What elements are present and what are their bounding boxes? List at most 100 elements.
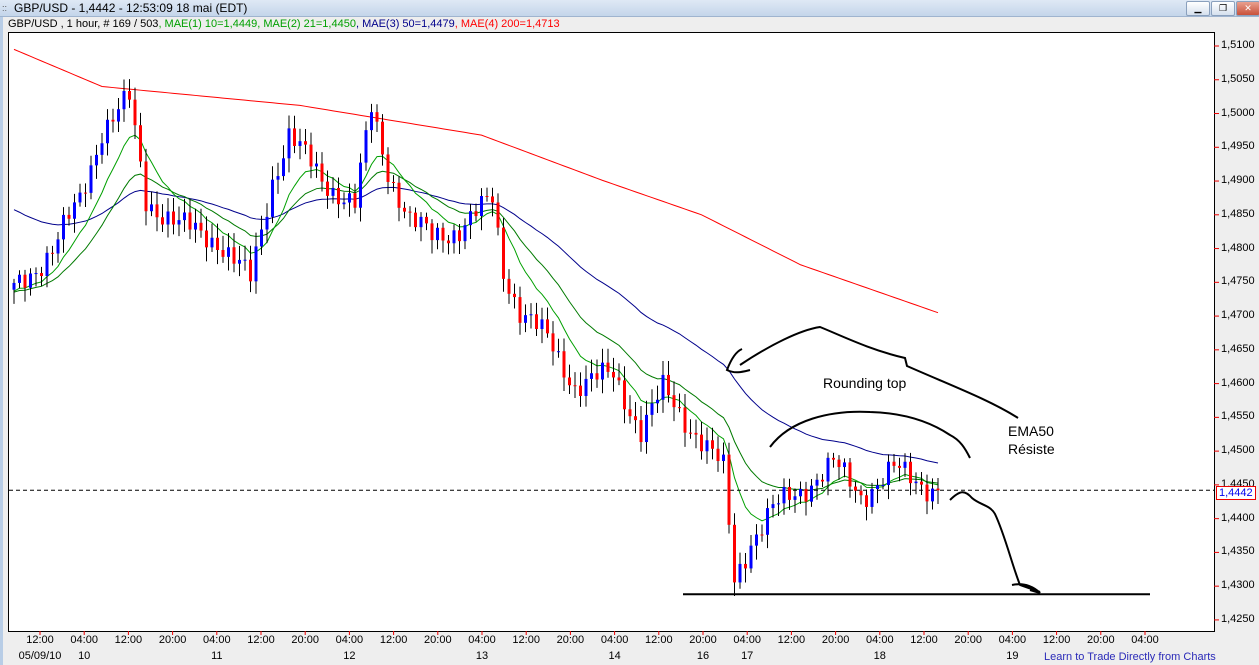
- candle-body: [320, 163, 324, 182]
- candle-body: [425, 216, 428, 224]
- candle-body: [837, 459, 841, 468]
- candle-body: [40, 273, 43, 277]
- candle-body: [766, 508, 769, 535]
- candle-body: [557, 351, 560, 353]
- candle-body: [848, 462, 852, 487]
- candle-body: [859, 490, 863, 496]
- candle-body: [760, 534, 764, 536]
- candle-body: [243, 259, 247, 261]
- candle-body: [155, 204, 159, 218]
- candle-body: [474, 211, 478, 217]
- candle-body: [936, 488, 940, 491]
- candle-body: [282, 158, 285, 177]
- candle-body: [144, 161, 148, 212]
- candle-body: [601, 362, 604, 380]
- candle-body: [590, 373, 593, 379]
- candle-body: [485, 196, 489, 198]
- candle-body: [672, 395, 676, 408]
- candle-body: [441, 227, 445, 241]
- candle-body: [51, 252, 54, 254]
- candle-body: [843, 462, 846, 468]
- candle-body: [452, 230, 456, 244]
- candle-body: [925, 484, 929, 502]
- candle-body: [595, 373, 599, 380]
- candle-body: [524, 315, 527, 323]
- candle-body: [700, 434, 703, 452]
- candle-body: [727, 454, 731, 525]
- candle-body: [260, 229, 263, 247]
- candle-body: [881, 484, 885, 486]
- candle-body: [705, 440, 709, 452]
- candle-body: [887, 461, 890, 485]
- candle-body: [903, 461, 907, 468]
- candle-body: [337, 187, 340, 205]
- candle-body: [562, 351, 566, 378]
- candle-body: [364, 130, 368, 163]
- candle-body: [89, 165, 93, 193]
- candle-body: [221, 250, 225, 257]
- candle-body: [579, 385, 582, 396]
- candle-body: [694, 432, 698, 435]
- candle-body: [34, 273, 38, 275]
- candle-body: [738, 563, 742, 583]
- candle-body: [870, 489, 874, 507]
- candle-body: [463, 225, 467, 242]
- candle-body: [573, 385, 577, 387]
- candle-body: [788, 486, 791, 500]
- candle-body: [298, 141, 302, 146]
- candle-body: [661, 374, 665, 400]
- candle-body: [166, 211, 170, 225]
- candle-body: [95, 154, 98, 166]
- candle-body: [480, 196, 483, 217]
- candle-body: [436, 227, 439, 241]
- candle-body: [612, 371, 615, 378]
- candle-body: [634, 416, 637, 421]
- candle-body: [106, 119, 109, 144]
- candle-body: [496, 202, 500, 228]
- candle-body: [238, 259, 241, 264]
- candle-body: [370, 112, 373, 131]
- candle-body: [430, 223, 434, 241]
- candle-body: [199, 222, 203, 231]
- candle-body: [315, 163, 318, 167]
- candle-body: [914, 481, 918, 484]
- candle-body: [617, 377, 621, 381]
- chart-svg: [9, 45, 1219, 635]
- candle-body: [309, 144, 313, 167]
- candle-body: [78, 192, 82, 203]
- candle-body: [353, 193, 357, 208]
- candle-body: [326, 181, 329, 196]
- candle-body: [111, 119, 115, 122]
- candle-body: [381, 121, 384, 155]
- candle-body: [876, 485, 879, 490]
- candle-body: [799, 488, 802, 497]
- candle-body: [188, 212, 192, 230]
- candle-body: [733, 524, 736, 583]
- candle-body: [898, 465, 901, 468]
- candle-body: [755, 534, 758, 546]
- candle-body: [546, 319, 549, 334]
- candle-body: [513, 293, 516, 298]
- candle-body: [650, 403, 654, 415]
- candle-body: [568, 377, 571, 386]
- candle-body: [645, 414, 648, 443]
- candle-body: [122, 90, 126, 110]
- candle-body: [793, 496, 797, 500]
- candle-body: [447, 240, 450, 244]
- candle-body: [821, 479, 824, 482]
- candle-body: [832, 457, 835, 460]
- candle-body: [623, 380, 626, 410]
- candle-body: [744, 563, 747, 569]
- candle-body: [210, 237, 214, 248]
- candle-body: [359, 162, 362, 208]
- candle-body: [667, 374, 670, 396]
- candle-body: [815, 479, 819, 486]
- candle-body: [540, 319, 544, 330]
- candle-body: [656, 399, 659, 404]
- candle-body: [117, 109, 120, 122]
- candle-body: [606, 362, 610, 372]
- candle-body: [491, 196, 494, 203]
- candle-body: [854, 486, 857, 491]
- candle-body: [507, 278, 511, 294]
- candle-body: [62, 214, 65, 240]
